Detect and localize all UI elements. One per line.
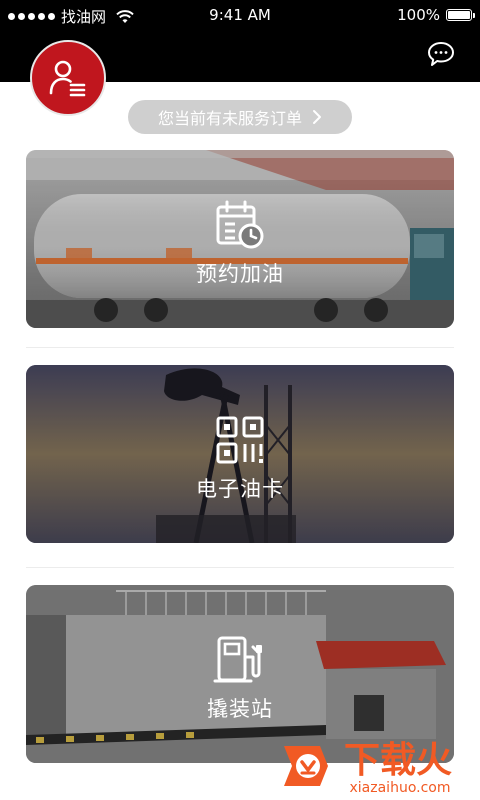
- xiazaihuo-watermark: 下载火 xiazaihuo.com: [284, 740, 452, 796]
- card-content: 预约加油: [26, 150, 454, 328]
- reserve-refuel-card[interactable]: 预约加油: [26, 150, 454, 328]
- pending-order-notice[interactable]: 您当前有未服务订单: [128, 100, 352, 134]
- battery-level: [448, 11, 470, 19]
- card-label: 撬装站: [207, 697, 273, 721]
- status-bar: 找油网 9:41 AM 100%: [0, 0, 480, 28]
- divider: [26, 567, 454, 568]
- divider: [26, 347, 454, 348]
- card-label: 预约加油: [196, 262, 284, 286]
- user-menu-button[interactable]: [30, 40, 106, 116]
- battery-percent: 100%: [397, 6, 440, 24]
- calendar-clock-icon: [216, 200, 264, 249]
- watermark-title: 下载火: [344, 740, 452, 781]
- watermark-url: xiazaihuo.com: [350, 780, 451, 796]
- user-menu-icon: [49, 60, 86, 97]
- e-fuel-card-card[interactable]: 电子油卡: [26, 365, 454, 543]
- pending-order-label: 您当前有未服务订单: [157, 109, 302, 128]
- qr-code-icon: [216, 416, 264, 464]
- fuel-pump-icon: [213, 636, 262, 683]
- card-label: 电子油卡: [196, 477, 284, 501]
- status-right: 100%: [397, 6, 475, 24]
- chat-bubble-icon[interactable]: [426, 40, 456, 68]
- chevron-right-icon: [313, 110, 321, 124]
- card-content: 电子油卡: [26, 365, 454, 543]
- battery-icon: [446, 9, 475, 21]
